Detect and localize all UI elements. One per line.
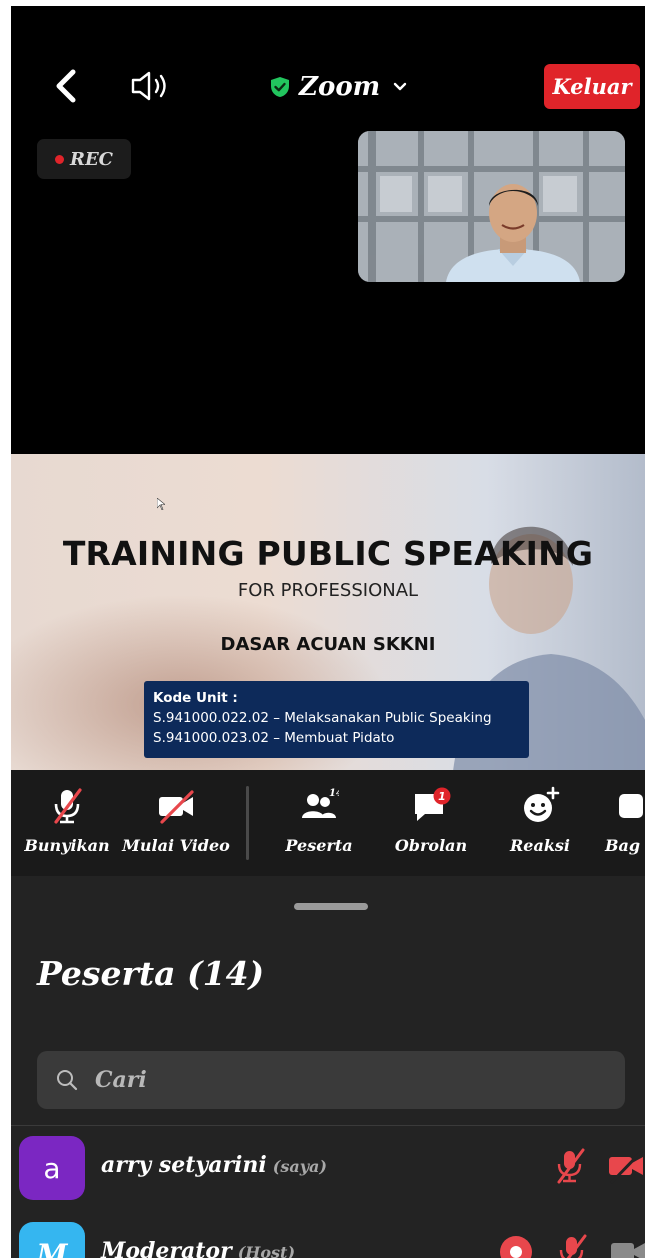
recording-label: REC <box>69 148 113 170</box>
share-label: Bag <box>605 836 641 855</box>
slide-subtitle: FOR PROFESSIONAL <box>237 580 419 601</box>
participant-row[interactable]: M Moderator (Host) <box>11 1214 645 1258</box>
participant-row[interactable]: a arry setyarini (saya) <box>11 1128 645 1202</box>
avatar: M <box>19 1222 85 1258</box>
mouse-cursor-icon <box>157 498 165 510</box>
video-off-icon <box>159 790 194 824</box>
video-off-icon <box>609 1149 644 1184</box>
toolbar-divider <box>246 786 249 860</box>
share-icon <box>619 794 643 818</box>
participants-label: Peserta <box>285 836 353 855</box>
reactions-button[interactable]: Reaksi <box>501 786 579 866</box>
participant-status-icons <box>497 1234 645 1258</box>
participant-role-tag: (saya) <box>272 1157 327 1176</box>
self-video-feed <box>358 131 625 282</box>
participants-icon: 14 <box>302 788 339 818</box>
unit-code-label: Kode Unit : <box>153 690 238 706</box>
slide-basis: DASAR ACUAN SKKNI <box>220 634 436 655</box>
participants-button[interactable]: 14 Peserta <box>279 786 359 866</box>
participant-name-text: arry setyarini <box>101 1152 267 1178</box>
video-icon <box>611 1243 645 1258</box>
leave-button[interactable]: Keluar <box>544 64 640 109</box>
back-icon[interactable] <box>47 66 87 106</box>
mic-muted-icon <box>54 788 82 824</box>
search-icon <box>57 1070 78 1091</box>
reactions-label: Reaksi <box>509 836 570 855</box>
search-bar[interactable] <box>37 1051 625 1109</box>
participants-count-badge: 14 <box>329 788 339 799</box>
chat-button[interactable]: 1 Obrolan <box>391 786 471 866</box>
drag-handle[interactable] <box>294 903 368 910</box>
participant-name: Moderator (Host) <box>101 1238 295 1258</box>
unit-code-line: S.941000.023.02 – Membuat Pidato <box>153 730 395 746</box>
start-video-label: Mulai Video <box>122 836 230 855</box>
list-divider <box>11 1125 645 1126</box>
shared-screen-slide: TRAINING PUBLIC SPEAKING FOR PROFESSIONA… <box>11 454 645 770</box>
participant-name: arry setyarini (saya) <box>101 1152 327 1178</box>
panel-title: Peserta (14) <box>37 954 265 993</box>
meeting-title: Zoom <box>299 72 381 102</box>
participants-panel: Peserta (14) a arry setyarini (saya) <box>11 876 645 1258</box>
meeting-controls-toolbar: Bunyikan Mulai Video 14 Peserta <box>11 770 645 876</box>
chevron-down-icon <box>393 82 407 91</box>
avatar: a <box>19 1136 85 1200</box>
zoom-meeting-screen: Zoom Keluar REC TRAINING PUBLIC SPEAKING… <box>11 6 645 1258</box>
unmute-label: Bunyikan <box>24 836 110 855</box>
self-video-tile[interactable] <box>358 131 625 282</box>
slide-title: TRAINING PUBLIC SPEAKING <box>62 534 594 573</box>
shield-check-icon <box>271 77 289 97</box>
mic-muted-icon <box>559 1234 587 1258</box>
unit-code-line: S.941000.022.02 – Melaksanakan Public Sp… <box>153 710 492 726</box>
chat-label: Obrolan <box>394 836 468 855</box>
chat-unread-badge: 1 <box>438 790 446 803</box>
meeting-title-button[interactable]: Zoom <box>269 70 408 104</box>
unmute-button[interactable]: Bunyikan <box>24 786 110 866</box>
mic-muted-icon <box>557 1148 585 1184</box>
recording-badge: REC <box>37 139 131 179</box>
share-button[interactable]: Bag <box>605 786 645 866</box>
recording-dot-icon <box>54 154 64 164</box>
unit-code-box: Kode Unit : S.941000.022.02 – Melaksanak… <box>144 681 529 758</box>
reaction-icon <box>524 786 560 822</box>
participant-name-text: Moderator <box>101 1238 232 1258</box>
start-video-button[interactable]: Mulai Video <box>122 786 230 866</box>
top-bar: Zoom Keluar <box>11 6 645 128</box>
recording-indicator-icon <box>500 1236 532 1258</box>
participant-role-tag: (Host) <box>237 1243 296 1258</box>
participant-status-icons <box>551 1148 645 1184</box>
search-input[interactable] <box>95 1067 575 1093</box>
chat-icon: 1 <box>415 787 451 821</box>
speaker-icon[interactable] <box>129 68 173 104</box>
